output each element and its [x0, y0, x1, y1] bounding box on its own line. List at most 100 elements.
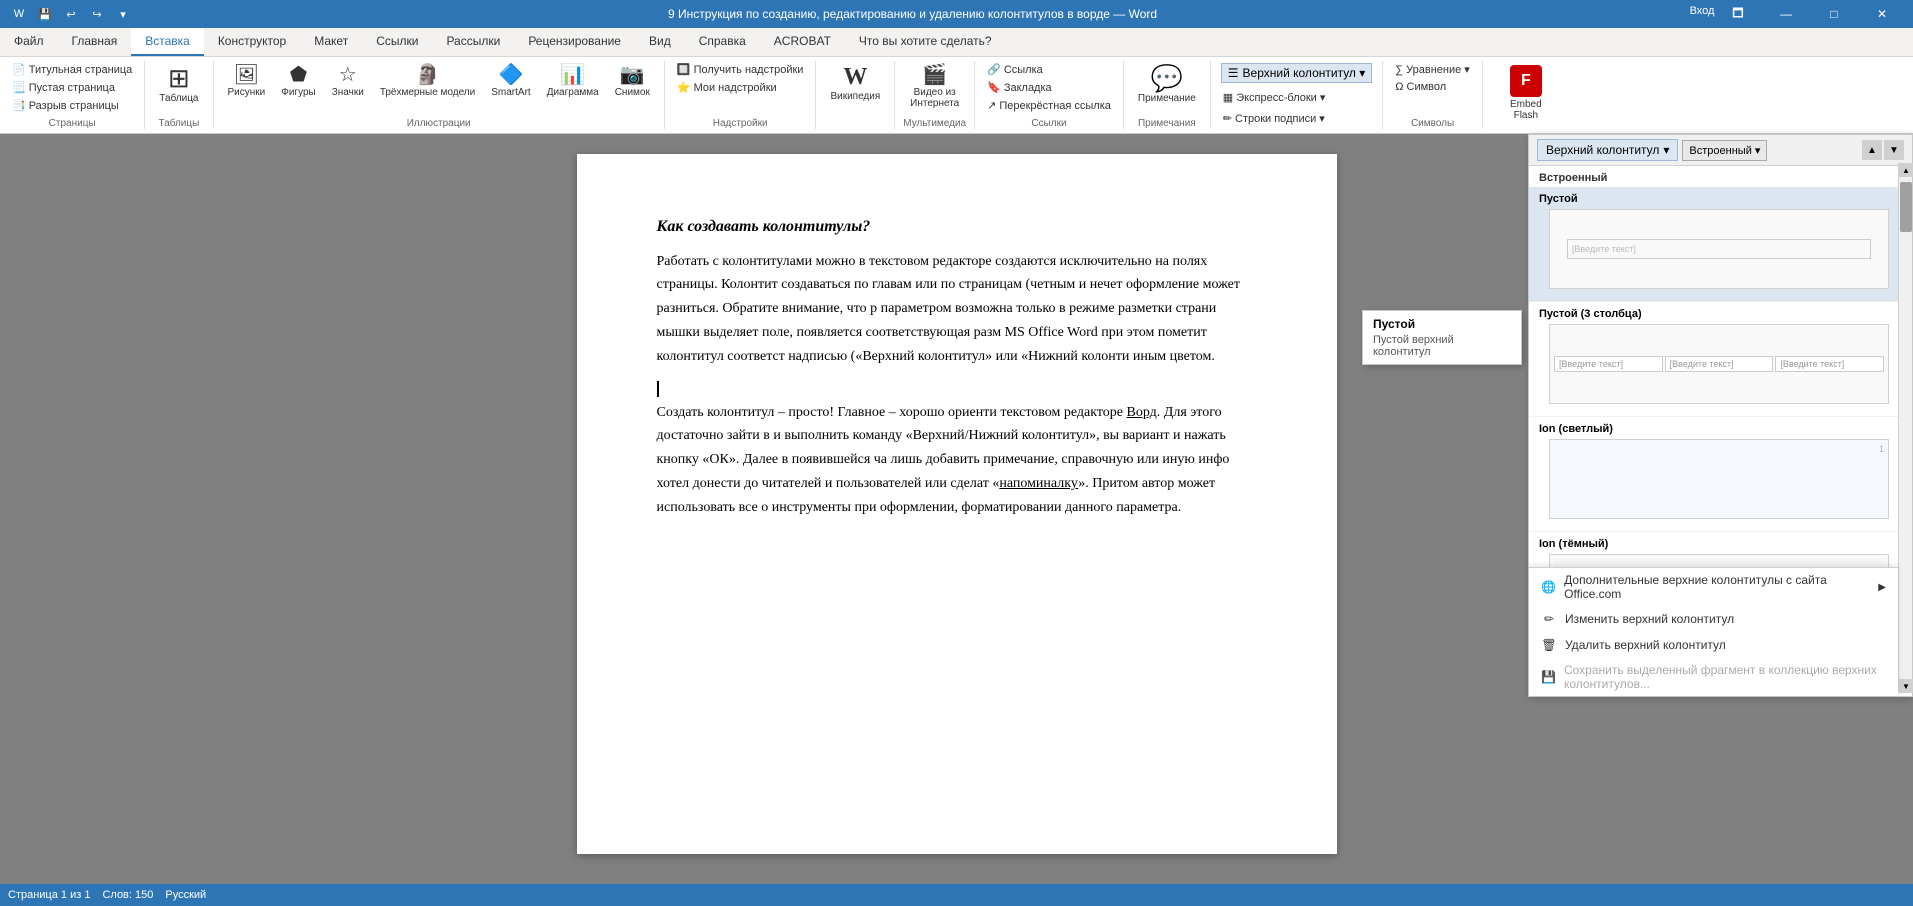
embedded-arrow: ▾ [1755, 145, 1761, 157]
option-empty-preview: [Введите текст] [1549, 209, 1889, 289]
3d-models-btn[interactable]: 🗿 Трёхмерные модели [374, 61, 481, 102]
tab-view[interactable]: Вид [635, 28, 685, 56]
word-count: Слов: 150 [102, 889, 153, 901]
menu-more-headers[interactable]: 🌐 Дополнительные верхние колонтитулы с с… [1529, 568, 1898, 606]
pages-items: 📄 Титульная страница 📃 Пустая страница 📑… [8, 61, 136, 116]
tab-home[interactable]: Главная [58, 28, 132, 56]
chart-icon: 📊 [560, 65, 585, 85]
minimize-btn[interactable]: — [1763, 0, 1809, 28]
signature-lines-btn[interactable]: ✏ Строки подписи ▾ [1219, 110, 1375, 127]
login-btn[interactable]: Вход [1691, 0, 1713, 22]
embed-flash-icon: F [1510, 65, 1542, 97]
menu-remove-header[interactable]: 🗑 Удалить верхний колонтитул [1529, 632, 1898, 658]
comment-btn[interactable]: 💬 Примечание [1132, 61, 1202, 108]
shapes-icon: ⬟ [290, 65, 307, 85]
header-footer-label: Верхний колонтитул ▾ [1243, 66, 1366, 80]
menu-more-icon: 🌐 [1541, 579, 1556, 595]
close-btn[interactable]: ✕ [1859, 0, 1905, 28]
menu-edit-header[interactable]: ✏ Изменить верхний колонтитул [1529, 606, 1898, 632]
symbol-icon: Ω [1395, 81, 1403, 93]
option-ion-dark-label: Ion (тёмный) [1539, 538, 1902, 550]
smartart-icon: 🔷 [499, 65, 524, 85]
tab-layout[interactable]: Макет [300, 28, 362, 56]
header-option-empty[interactable]: Пустой [Введите текст] [1529, 187, 1912, 302]
get-addins-btn[interactable]: 🔲 Получить надстройки [673, 61, 808, 78]
quick-customize-btn[interactable]: ▾ [112, 3, 134, 25]
page-break-btn[interactable]: 📑 Разрыв страницы [8, 97, 136, 114]
tab-help[interactable]: Справка [685, 28, 760, 56]
video-btn[interactable]: 🎬 Видео из Интернета [904, 61, 965, 113]
maximize-btn[interactable]: □ [1811, 0, 1857, 28]
group-illustrations: 🖼 Рисунки ⬟ Фигуры ☆ Значки 🗿 Трёхмерные… [214, 61, 665, 129]
embedded-btn[interactable]: Встроенный ▾ [1682, 140, 1767, 161]
comment-icon: 💬 [1151, 65, 1183, 91]
tab-mailings[interactable]: Рассылки [432, 28, 514, 56]
edit-icon: ✏ [1541, 611, 1557, 627]
smartart-btn[interactable]: 🔷 SmartArt [485, 61, 536, 102]
language: Русский [165, 889, 206, 901]
window-controls: Вход 🗖 — □ ✕ [1691, 0, 1905, 28]
header-selector-row: ☰ Верхний колонтитул ▾ [1219, 61, 1375, 85]
scroll-down-header[interactable]: ▼ [1884, 140, 1904, 160]
screenshot-icon: 📷 [620, 65, 645, 85]
blank-page-btn[interactable]: 📃 Пустая страница [8, 79, 136, 96]
table-btn[interactable]: ⊞ Таблица [153, 61, 204, 108]
doc-para-2: Создать колонтитул – просто! Главное – х… [657, 401, 1257, 520]
option-3col-label: Пустой (3 столбца) [1539, 308, 1902, 320]
header-dropdown-header: Верхний колонтитул ▾ Встроенный ▾ ▲ ▼ [1529, 135, 1912, 166]
tab-search[interactable]: Что вы хотите сделать? [845, 28, 1006, 56]
cross-ref-btn[interactable]: ↗ Перекрёстная ссылка [983, 97, 1115, 114]
screenshot-btn[interactable]: 📷 Снимок [609, 61, 656, 102]
group-wiki: W Википедия [816, 61, 895, 129]
title-bar-left: W 💾 ↩ ↪ ▾ [8, 3, 134, 25]
symbols-label: Символы [1411, 118, 1454, 129]
my-addins-btn[interactable]: ⭐ Мои надстройки [673, 79, 808, 96]
tables-label: Таблицы [158, 118, 199, 129]
tab-review[interactable]: Рецензирование [514, 28, 635, 56]
tab-insert[interactable]: Вставка [131, 28, 204, 56]
section-label-builtin: Встроенный [1529, 166, 1912, 187]
embed-flash-btn[interactable]: F Embed Flash [1491, 61, 1561, 125]
video-icon: 🎬 [922, 65, 947, 85]
comments-label: Примечания [1138, 118, 1196, 129]
addins-label: Надстройки [713, 118, 768, 129]
dropdown-scrollbar: ▲ ▼ [1898, 163, 1912, 693]
scroll-up-header[interactable]: ▲ [1862, 140, 1882, 160]
cross-ref-icon: ↗ [987, 99, 996, 112]
shapes-btn[interactable]: ⬟ Фигуры [275, 61, 321, 102]
symbol-btn[interactable]: Ω Символ [1391, 79, 1474, 95]
group-pages: 📄 Титульная страница 📃 Пустая страница 📑… [0, 61, 145, 129]
scroll-down-btn[interactable]: ▼ [1899, 679, 1913, 693]
header-type-selector[interactable]: Верхний колонтитул ▾ [1537, 139, 1678, 161]
header-option-ion-light[interactable]: Ion (светлый) 1 [1529, 417, 1912, 532]
icons-btn[interactable]: ☆ Значки [326, 61, 370, 102]
3d-icon: 🗿 [415, 65, 440, 85]
title-page-btn[interactable]: 📄 Титульная страница [8, 61, 136, 78]
pictures-btn[interactable]: 🖼 Рисунки [222, 61, 272, 102]
pages-col: 📄 Титульная страница 📃 Пустая страница 📑… [8, 61, 136, 114]
wikipedia-btn[interactable]: W Википедия [824, 61, 886, 106]
doc-heading: Как создавать колонтитулы? [657, 214, 1257, 240]
link-btn[interactable]: 🔗 Ссылка [983, 61, 1115, 78]
document-page[interactable]: Как создавать колонтитулы? Работать с ко… [577, 154, 1337, 854]
pages-label: Страницы [49, 118, 96, 129]
tab-references[interactable]: Ссылки [362, 28, 432, 56]
save-to-gallery-icon: 💾 [1541, 669, 1556, 685]
header-type-label: Верхний колонтитул [1546, 143, 1659, 157]
tab-design[interactable]: Конструктор [204, 28, 300, 56]
tab-acrobat[interactable]: ACROBAT [760, 28, 845, 56]
document-area: Как создавать колонтитулы? Работать с ко… [0, 134, 1913, 884]
header-option-empty3col[interactable]: Пустой (3 столбца) [Введите текст] [Введ… [1529, 302, 1912, 417]
quick-undo-btn[interactable]: ↩ [60, 3, 82, 25]
tab-file[interactable]: Файл [0, 28, 58, 56]
quick-redo-btn[interactable]: ↪ [86, 3, 108, 25]
header-footer-dropdown[interactable]: ☰ Верхний колонтитул ▾ [1221, 63, 1373, 83]
scroll-up-btn[interactable]: ▲ [1899, 163, 1913, 177]
chart-btn[interactable]: 📊 Диаграмма [541, 61, 605, 102]
equation-btn[interactable]: ∑ Уравнение ▾ [1391, 61, 1474, 78]
express-blocks-btn[interactable]: ▦ Экспресс-блоки ▾ [1219, 89, 1375, 106]
break-icon: 📑 [12, 99, 26, 112]
view-btn[interactable]: 🗖 [1715, 0, 1761, 28]
quick-save-btn[interactable]: 💾 [34, 3, 56, 25]
bookmark-btn[interactable]: 🔖 Закладка [983, 79, 1115, 96]
